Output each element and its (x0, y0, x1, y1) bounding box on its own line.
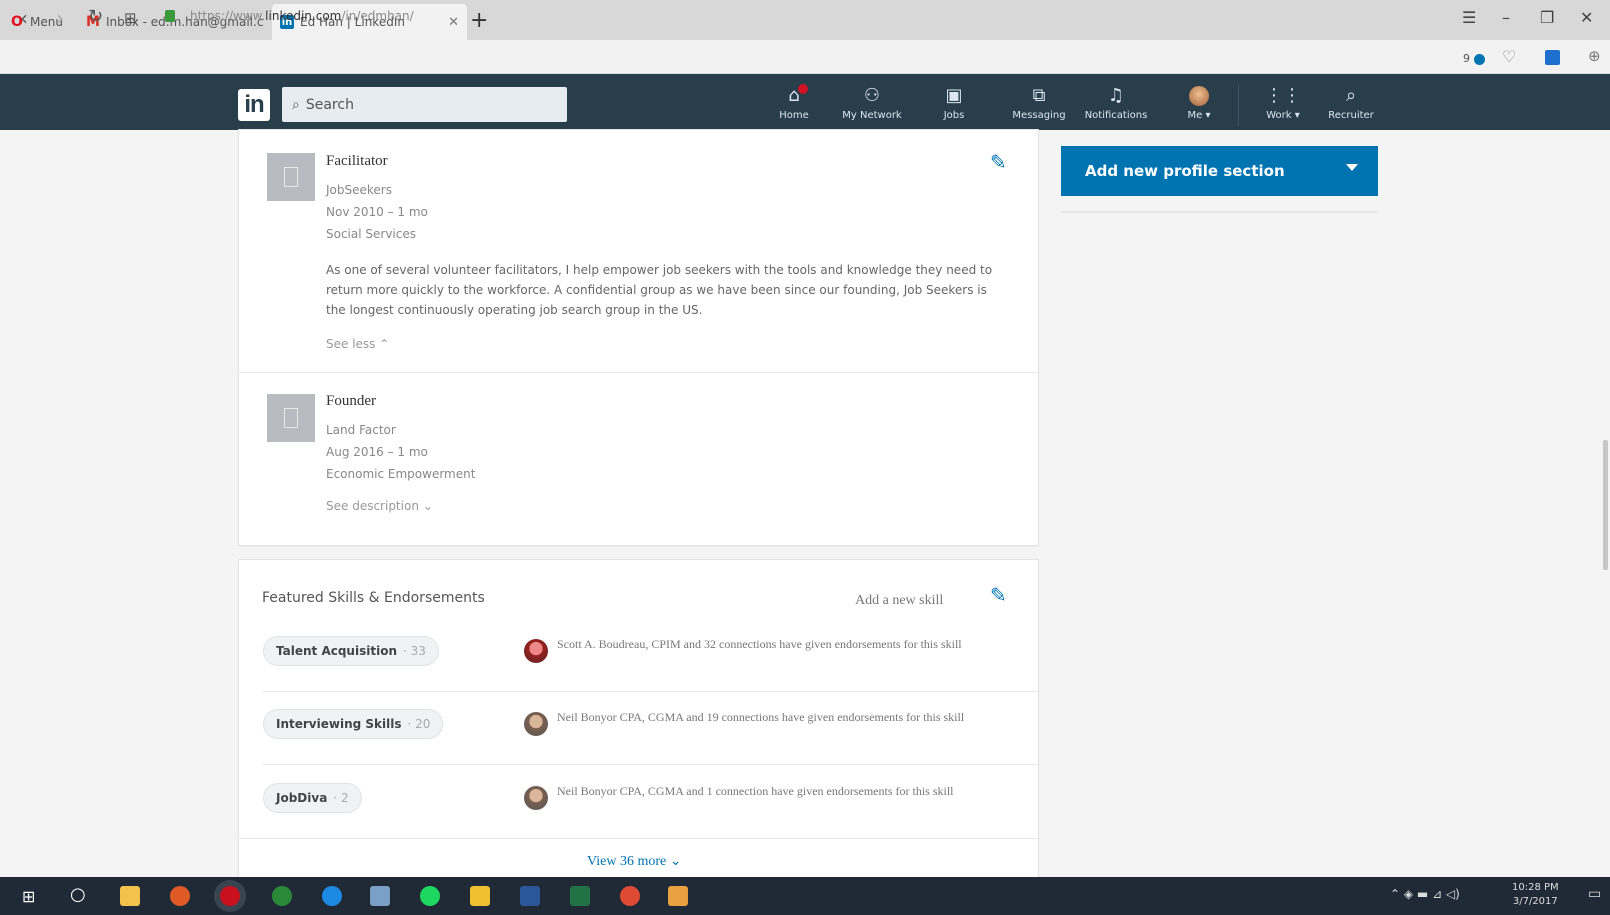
nav-messaging[interactable]: ⧉ Messaging (1004, 85, 1074, 122)
search-input[interactable]: ⌕ Search (282, 87, 567, 122)
action-center-icon[interactable]: ▭ (1588, 886, 1601, 902)
extension-icon[interactable] (1545, 50, 1560, 65)
linkedin-logo[interactable]: in (238, 89, 270, 121)
scrollbar-thumb[interactable] (1603, 440, 1608, 570)
bell-icon: ♫ (1107, 85, 1125, 106)
add-profile-section-button[interactable]: Add new profile section (1061, 146, 1378, 196)
company-logo-placeholder (267, 153, 315, 201)
skills-heading: Featured Skills & Endorsements (262, 590, 485, 606)
heart-icon[interactable]: ♡ (1502, 47, 1516, 66)
organization-name: JobSeekers (326, 183, 392, 197)
notification-badge (798, 84, 808, 94)
search-icon: ⌕ (292, 96, 300, 113)
nav-home[interactable]: ⌂ Home (759, 86, 829, 122)
endorsement-text: Neil Bonyor CPA, CGMA and 19 connections… (557, 710, 965, 724)
recruiter-icon: ⌕ (1345, 85, 1357, 106)
skill-pill[interactable]: JobDiva · 2 (263, 783, 362, 813)
secure-lock-icon (165, 10, 175, 22)
speed-dial-icon[interactable]: ⊞ (124, 9, 137, 27)
add-skill-link[interactable]: Add a new skill (855, 593, 943, 609)
messaging-icon: ⧉ (1032, 85, 1046, 106)
chevron-down-icon: ⌄ (669, 854, 682, 869)
endorsement-text: Scott A. Boudreau, CPIM and 32 connectio… (557, 637, 962, 651)
briefcase-icon: ▣ (945, 85, 963, 106)
forward-button[interactable]: › (56, 6, 64, 30)
taskbar-clock[interactable]: 10:28 PM 3/7/2017 (1512, 881, 1559, 909)
word-icon[interactable] (520, 886, 540, 906)
chevron-down-icon: ⌄ (422, 499, 433, 513)
building-icon (284, 167, 298, 187)
divider (239, 838, 1038, 839)
view-more-skills-link[interactable]: View 36 more ⌄ (587, 853, 681, 870)
divider (262, 691, 1038, 692)
nav-work[interactable]: ⋮⋮ Work ▾ (1248, 85, 1318, 122)
edit-pencil-icon[interactable]: ✎ (990, 583, 1007, 607)
endorser-avatar[interactable] (524, 786, 548, 810)
windows-start-icon[interactable]: ⊞ (22, 887, 35, 906)
app-icon[interactable] (370, 886, 390, 906)
green-app-icon[interactable] (272, 886, 292, 906)
nav-notifications[interactable]: ♫ Notifications (1081, 85, 1151, 122)
system-tray[interactable]: ⌃ ◈ ▬ ⊿ ◁) (1390, 887, 1460, 901)
sidebar-divider (1061, 211, 1378, 213)
firefox-icon[interactable] (170, 886, 190, 906)
position-dates: Nov 2010 – 1 mo (326, 205, 428, 219)
skill-pill[interactable]: Talent Acquisition · 33 (263, 636, 439, 666)
company-logo-placeholder (267, 394, 315, 442)
close-tab-icon[interactable]: ✕ (448, 15, 459, 30)
see-description-link[interactable]: See description ⌄ (326, 499, 433, 513)
edge-icon[interactable] (322, 886, 342, 906)
avatar (1189, 86, 1209, 106)
back-button[interactable]: ‹ (20, 6, 28, 30)
file-explorer-icon[interactable] (120, 886, 140, 906)
address-bar-area (0, 40, 1610, 74)
restore-button[interactable]: ❐ (1540, 8, 1554, 27)
position-title: Founder (326, 393, 376, 409)
excel-icon[interactable] (570, 886, 590, 906)
nav-jobs[interactable]: ▣ Jobs (919, 85, 989, 122)
speed-dial-badge[interactable]: 9 (1463, 52, 1485, 65)
app-icon[interactable] (470, 886, 490, 906)
windows-taskbar (0, 877, 1610, 915)
app-icon[interactable] (668, 886, 688, 906)
url-field[interactable]: https://www.linkedin.com/in/edmhan/ (190, 9, 414, 23)
endorser-avatar[interactable] (524, 712, 548, 736)
chrome-icon[interactable] (620, 886, 640, 906)
new-tab-button[interactable]: + (470, 8, 488, 33)
caret-down-icon (1346, 164, 1358, 171)
grid-icon: ⋮⋮ (1265, 85, 1301, 106)
endorsement-text: Neil Bonyor CPA, CGMA and 1 connection h… (557, 784, 954, 798)
tab-menu-icon[interactable]: ☰ (1462, 8, 1476, 27)
download-icon[interactable]: ⊕ (1588, 47, 1601, 65)
position-description: As one of several volunteer facilitators… (326, 263, 993, 317)
organization-name: Land Factor (326, 423, 396, 437)
position-dates: Aug 2016 – 1 mo (326, 445, 428, 459)
minimize-button[interactable]: – (1502, 8, 1510, 27)
position-title: Facilitator (326, 153, 388, 169)
skill-pill[interactable]: Interviewing Skills · 20 (263, 709, 444, 739)
nav-me[interactable]: Me ▾ (1164, 86, 1234, 121)
position-category: Social Services (326, 227, 416, 241)
chevron-up-icon: ⌃ (379, 337, 390, 351)
reload-button[interactable]: ↻ (88, 6, 103, 27)
nav-my-network[interactable]: ⚇ My Network (837, 85, 907, 122)
position-category: Economic Empowerment (326, 467, 476, 481)
edit-pencil-icon[interactable]: ✎ (990, 150, 1007, 174)
nav-divider (1238, 84, 1239, 126)
nav-recruiter[interactable]: ⌕ Recruiter (1316, 85, 1386, 122)
endorser-avatar[interactable] (524, 639, 548, 663)
building-icon (284, 408, 298, 428)
close-window-button[interactable]: ✕ (1580, 8, 1593, 27)
people-icon: ⚇ (863, 85, 881, 106)
spotify-icon[interactable] (420, 886, 440, 906)
cortana-search-icon[interactable]: ○ (70, 884, 86, 905)
opera-taskbar-icon[interactable] (220, 886, 240, 906)
see-less-link[interactable]: See less ⌃ (326, 337, 389, 351)
divider (239, 372, 1038, 373)
divider (262, 764, 1038, 765)
